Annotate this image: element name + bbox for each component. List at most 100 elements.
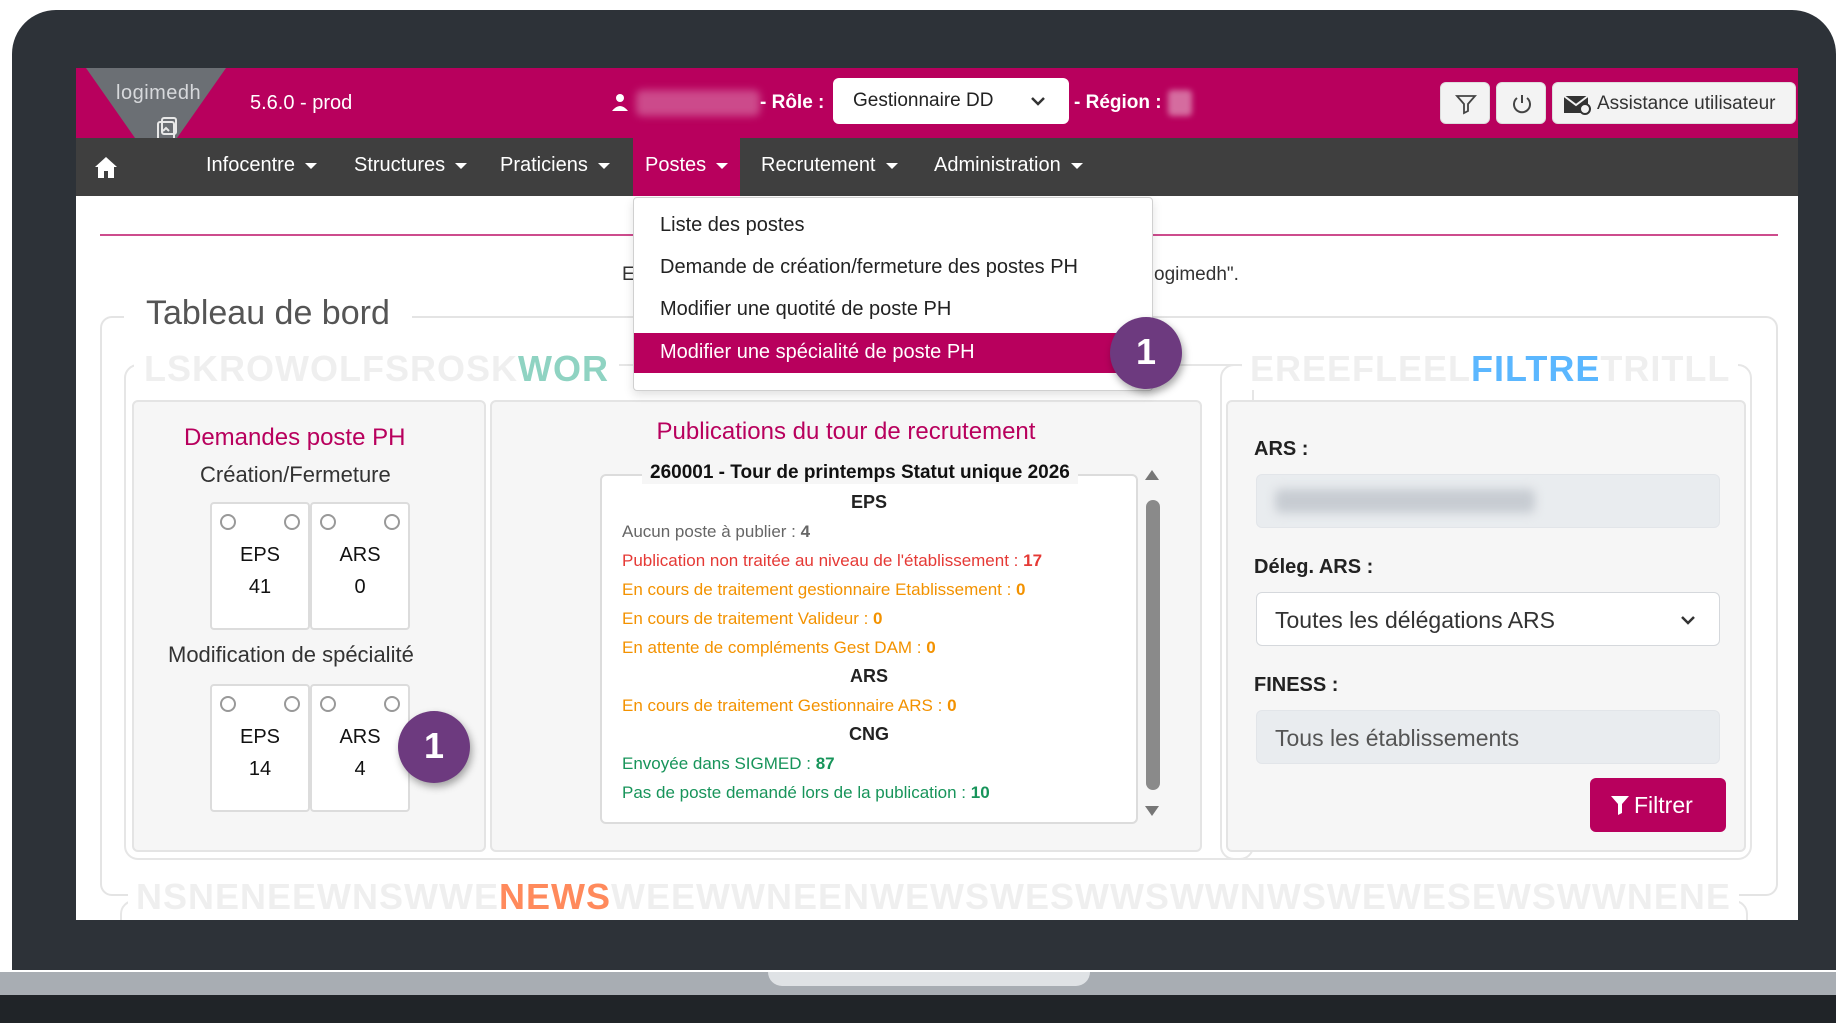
deleg-ars-value: Toutes les délégations ARS [1275,607,1556,633]
role-select-value: Gestionnaire DD [853,90,994,111]
nav-recrutement[interactable]: Recrutement [761,138,898,196]
radio-icon [220,514,236,530]
chevron-down-icon [1031,97,1045,106]
publications-box-title: 260001 - Tour de printemps Statut unique… [642,462,1078,484]
envelope-icon [1563,95,1591,115]
radio-icon [284,514,300,530]
filter-panel: ARS : Déleg. ARS : Toutes les délégation… [1226,400,1746,852]
logout-button[interactable] [1496,82,1546,124]
nav-infocentre[interactable]: Infocentre [206,138,317,196]
filter-toggle-button[interactable] [1440,82,1490,124]
nav-praticiens[interactable]: Praticiens [500,138,610,196]
pub-line-valideur: En cours de traitement Valideur : 0 [622,609,883,628]
caret-down-icon [597,162,610,169]
filtre-watermark: EREEFLEELFILTRETRITLL [1242,348,1739,390]
screen: logimedh 5.6.0 - prod - Rôle : Gestionna… [76,68,1798,920]
scroll-down-arrow-icon[interactable] [1145,806,1159,816]
pub-line-gest-dam: En attente de compléments Gest DAM : 0 [622,638,936,657]
dashboard-title: Tableau de bord [124,294,412,333]
publications-title: Publications du tour de recrutement [656,418,1036,445]
laptop-notch [768,972,1090,986]
nav-administration[interactable]: Administration [934,138,1083,196]
pub-line-pas-de-poste: Pas de poste demandé lors de la publicat… [622,783,990,802]
nav-postes[interactable]: Postes [633,138,741,196]
demandes-title: Demandes poste PH [184,424,406,451]
modif-ars-card[interactable]: ARS 4 [310,684,410,812]
step-badge-dropdown: 1 [1110,317,1182,389]
menu-item-modifier-specialite[interactable]: Modifier une spécialité de poste PH [634,333,1152,373]
funnel-icon [1611,796,1629,815]
card-value: 14 [248,758,272,780]
nav-structures[interactable]: Structures [354,138,468,196]
card-value: 0 [354,576,366,598]
modification-specialite-title: Modification de spécialité [168,642,414,667]
pub-line-gest-ars: En cours de traitement Gestionnaire ARS … [622,696,957,715]
laptop-base-shadow [0,995,1836,1023]
section-ars: ARS [849,666,888,686]
top-bar: logimedh 5.6.0 - prod - Rôle : Gestionna… [76,68,1798,168]
pub-line-sigmed: Envoyée dans SIGMED : 87 [622,754,835,773]
finess-label: FINESS : [1254,674,1339,696]
funnel-icon [1455,95,1477,115]
finess-field[interactable]: Tous les établissements [1256,710,1720,764]
main-nav: Infocentre Structures Praticiens Postes … [76,138,1798,196]
radio-icon [284,696,300,712]
publications-panel: Publications du tour de recrutement 2600… [490,400,1202,852]
ars-label: ARS : [1254,438,1309,460]
news-watermark: NSNENEEWNSWWENEWSWEEWWNEENWEWSWESWWSWWNW… [128,876,1739,918]
filtrer-button[interactable]: Filtrer [1590,778,1726,832]
deleg-ars-select[interactable]: Toutes les délégations ARS [1256,592,1720,646]
card-value: 41 [248,576,272,598]
caret-down-icon [1070,162,1083,169]
scroll-thumb[interactable] [1146,500,1160,790]
caret-down-icon [304,162,317,169]
welcome-text-end: ogimedh". [1154,264,1239,285]
scroll-up-arrow-icon[interactable] [1145,470,1159,480]
creation-eps-card[interactable]: EPS 41 [210,502,310,630]
ars-value-redacted [1275,489,1535,513]
creation-ars-card[interactable]: ARS 0 [310,502,410,630]
modif-eps-card[interactable]: EPS 14 [210,684,310,812]
pub-line-aucun: Aucun poste à publier : 4 [622,522,811,541]
nav-postes-label: Postes [645,154,707,176]
creation-fermeture-title: Création/Fermeture [200,462,391,487]
region-label: - Région : [1074,92,1162,113]
user-icon [612,94,628,111]
assistance-button[interactable]: Assistance utilisateur [1552,82,1796,124]
step-badge-card: 1 [398,711,470,783]
filtrer-label: Filtrer [1634,792,1693,818]
card-label: ARS [339,726,381,748]
menu-item-liste-postes[interactable]: Liste des postes [634,206,1152,246]
card-value: 4 [354,758,366,780]
chevron-down-icon [1681,616,1695,625]
postes-dropdown-menu: Liste des postes Demande de création/fer… [633,197,1153,391]
home-icon[interactable] [92,154,120,180]
deleg-ars-label: Déleg. ARS : [1254,556,1374,578]
user-name-redacted [636,90,760,116]
card-label: ARS [339,544,381,566]
section-cng: CNG [849,724,889,744]
card-label: EPS [239,544,281,566]
radio-icon [320,514,336,530]
nav-praticiens-label: Praticiens [500,154,588,176]
role-select[interactable]: Gestionnaire DD [833,78,1069,124]
radio-icon [320,696,336,712]
role-label: - Rôle : [760,92,825,113]
nav-infocentre-label: Infocentre [206,154,295,176]
nav-structures-label: Structures [354,154,446,176]
caret-down-icon [455,162,468,169]
section-eps: EPS [850,492,888,512]
radio-icon [220,696,236,712]
caret-down-icon [885,162,898,169]
nav-administration-label: Administration [934,154,1061,176]
demandes-panel: Demandes poste PH Création/Fermeture EPS… [132,400,486,852]
region-value-redacted [1168,90,1192,116]
menu-item-modifier-quotite[interactable]: Modifier une quotité de poste PH [634,290,1152,330]
publications-scrollbar[interactable] [1142,462,1162,824]
radio-icon [384,696,400,712]
card-label: EPS [239,726,281,748]
works-watermark: LSKROWOLFSROSKWOR [134,348,619,390]
menu-item-demande-creation[interactable]: Demande de création/fermeture des postes… [634,248,1152,288]
pub-line-non-traitee: Publication non traitée au niveau de l'é… [622,551,1043,570]
ars-field [1256,474,1720,528]
